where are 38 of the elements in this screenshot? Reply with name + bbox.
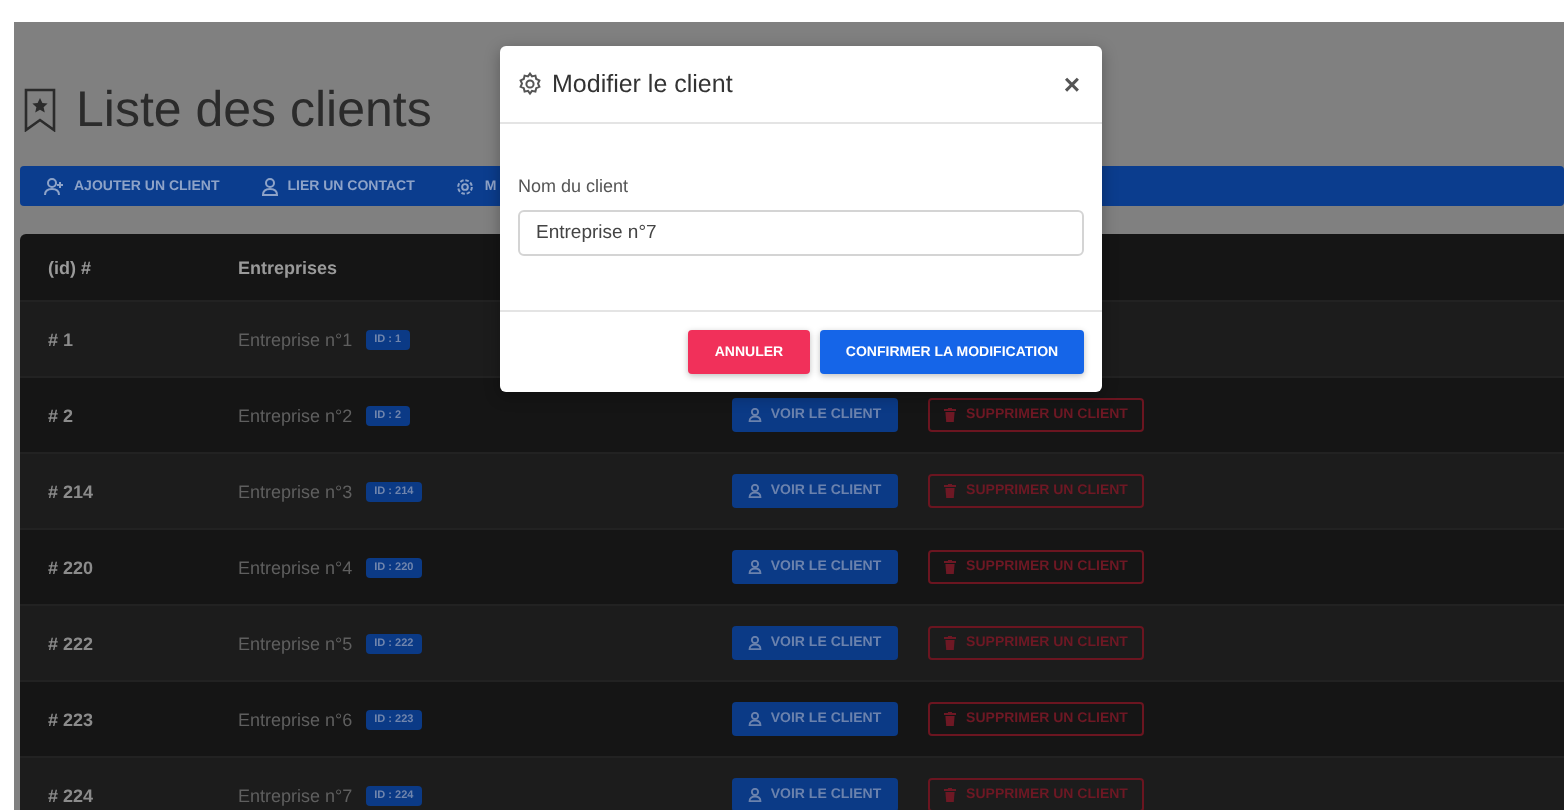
company-name: Entreprise n°5: [238, 633, 353, 653]
user-icon: [748, 636, 763, 650]
close-button[interactable]: ×: [1059, 70, 1084, 98]
column-header: (id) #: [48, 257, 91, 277]
trash-icon: [944, 712, 957, 726]
bookmark-star-icon: [24, 88, 56, 132]
company-name: Entreprise n°4: [238, 557, 353, 577]
trash-icon: [944, 560, 957, 574]
trash-icon: [944, 484, 957, 498]
field-label: Nom du client: [518, 176, 631, 196]
settings-icon: [456, 177, 475, 195]
user-icon: [748, 712, 763, 726]
user-icon: [261, 177, 278, 195]
user-plus-icon: [44, 177, 64, 195]
client-id: # 224: [48, 785, 94, 805]
client-id: # 214: [48, 481, 94, 501]
settings-icon: [518, 72, 542, 96]
client-name-field[interactable]: Entreprise n°7: [518, 210, 1084, 256]
client-id: # 222: [48, 633, 94, 653]
user-icon: [748, 484, 763, 498]
company-name: Entreprise n°2: [238, 405, 353, 425]
user-icon: [748, 408, 763, 422]
company-name: Entreprise n°6: [238, 709, 353, 729]
client-id: # 1: [48, 329, 74, 349]
company-name: Entreprise n°3: [238, 481, 353, 501]
client-id: # 220: [48, 557, 94, 577]
user-icon: [748, 560, 763, 574]
column-header: Entreprises: [238, 257, 338, 277]
client-id: # 2: [48, 405, 74, 425]
company-name: Entreprise n°1: [238, 329, 353, 349]
client-id: # 223: [48, 709, 94, 729]
trash-icon: [944, 636, 957, 650]
page-title: Liste des clients: [76, 81, 432, 139]
trash-icon: [944, 788, 957, 802]
trash-icon: [944, 408, 957, 422]
user-icon: [748, 788, 763, 802]
company-name: Entreprise n°7: [238, 785, 353, 805]
modal-title: Modifier le client: [552, 70, 735, 98]
